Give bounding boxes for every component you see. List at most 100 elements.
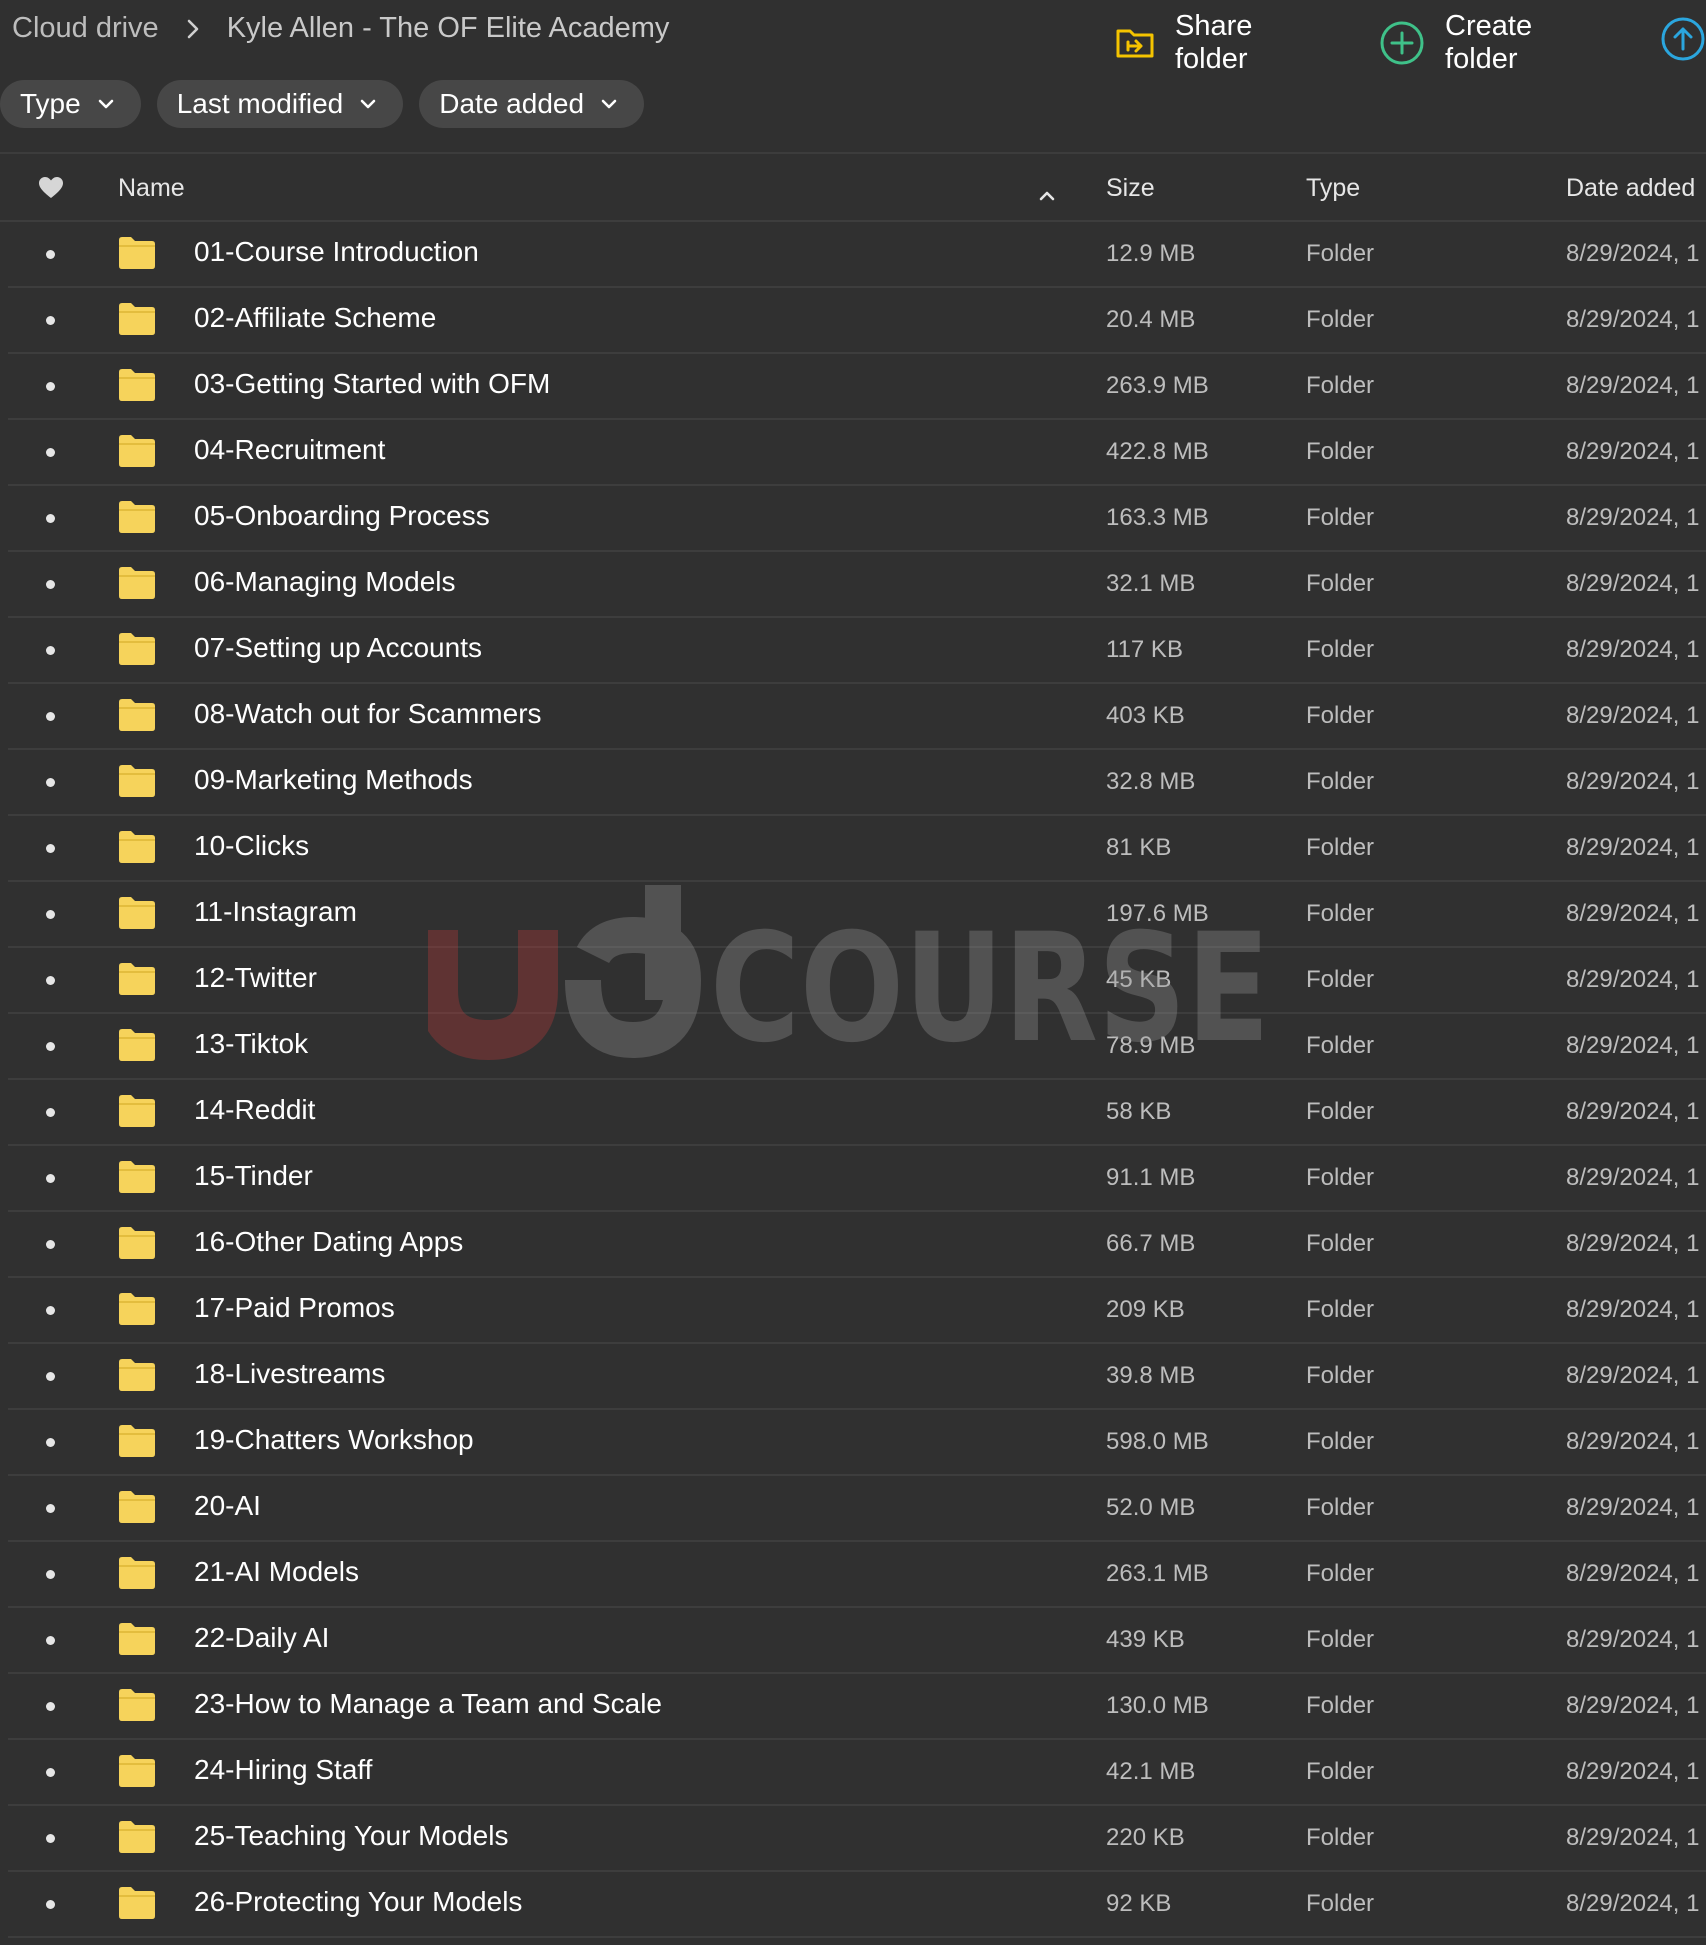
table-row[interactable]: 12-Twitter 45 KB Folder 8/29/2024, 1 [8, 948, 1706, 1014]
row-type: Folder [1306, 1296, 1375, 1323]
row-name: 03-Getting Started with OFM [194, 368, 551, 399]
table-row[interactable]: 02-Affiliate Scheme 20.4 MB Folder 8/29/… [8, 288, 1706, 354]
table-row[interactable]: 05-Onboarding Process 163.3 MB Folder 8/… [8, 486, 1706, 552]
row-status-dot [46, 1372, 55, 1381]
row-date-added: 8/29/2024, 1 [1566, 1428, 1700, 1455]
row-date-added: 8/29/2024, 1 [1566, 636, 1700, 663]
row-size: 92 KB [1106, 1890, 1172, 1917]
row-size: 91.1 MB [1106, 1164, 1196, 1191]
table-row[interactable]: 03-Getting Started with OFM 263.9 MB Fol… [8, 354, 1706, 420]
chevron-up-icon[interactable] [1038, 180, 1056, 209]
row-name: 21-AI Models [194, 1556, 359, 1587]
table-row[interactable]: 01-Course Introduction 12.9 MB Folder 8/… [8, 222, 1706, 288]
breadcrumb-root[interactable]: Cloud drive [12, 12, 159, 45]
row-size: 32.8 MB [1106, 768, 1196, 795]
row-size: 39.8 MB [1106, 1362, 1196, 1389]
table-row[interactable]: 19-Chatters Workshop 598.0 MB Folder 8/2… [8, 1410, 1706, 1476]
row-type: Folder [1306, 1362, 1375, 1389]
row-status-dot [46, 1636, 55, 1645]
row-status-dot [46, 1834, 55, 1843]
table-row[interactable]: 24-Hiring Staff 42.1 MB Folder 8/29/2024… [8, 1740, 1706, 1806]
folder-icon [118, 698, 156, 737]
table-row[interactable]: 21-AI Models 263.1 MB Folder 8/29/2024, … [8, 1542, 1706, 1608]
row-date-added: 8/29/2024, 1 [1566, 1890, 1700, 1917]
table-row[interactable]: 14-Reddit 58 KB Folder 8/29/2024, 1 [8, 1080, 1706, 1146]
row-type: Folder [1306, 1824, 1375, 1851]
row-status-dot [46, 976, 55, 985]
table-row[interactable]: 09-Marketing Methods 32.8 MB Folder 8/29… [8, 750, 1706, 816]
column-header-name[interactable]: Name [118, 174, 185, 203]
table-row[interactable]: 18-Livestreams 39.8 MB Folder 8/29/2024,… [8, 1344, 1706, 1410]
table-row[interactable]: 07-Setting up Accounts 117 KB Folder 8/2… [8, 618, 1706, 684]
row-date-added: 8/29/2024, 1 [1566, 1824, 1700, 1851]
folder-icon [118, 302, 156, 341]
row-status-dot [46, 448, 55, 457]
last-modified-filter[interactable]: Last modified [156, 80, 404, 128]
row-type: Folder [1306, 1692, 1375, 1719]
upload-button[interactable] [1660, 16, 1706, 70]
breadcrumb: Cloud drive Kyle Allen - The OF Elite Ac… [12, 12, 669, 45]
table-row[interactable]: 23-How to Manage a Team and Scale 130.0 … [8, 1674, 1706, 1740]
column-header-date-added[interactable]: Date added [1566, 174, 1695, 203]
table-row[interactable]: 25-Teaching Your Models 220 KB Folder 8/… [8, 1806, 1706, 1872]
table-row[interactable]: 06-Managing Models 32.1 MB Folder 8/29/2… [8, 552, 1706, 618]
row-name: 07-Setting up Accounts [194, 632, 482, 663]
table-row[interactable]: 04-Recruitment 422.8 MB Folder 8/29/2024… [8, 420, 1706, 486]
row-type: Folder [1306, 570, 1375, 597]
row-date-added: 8/29/2024, 1 [1566, 1494, 1700, 1521]
row-date-added: 8/29/2024, 1 [1566, 1362, 1700, 1389]
table-row[interactable]: 11-Instagram 197.6 MB Folder 8/29/2024, … [8, 882, 1706, 948]
row-status-dot [46, 1570, 55, 1579]
row-date-added: 8/29/2024, 1 [1566, 1098, 1700, 1125]
row-name: 02-Affiliate Scheme [194, 302, 437, 333]
row-size: 52.0 MB [1106, 1494, 1196, 1521]
filter-bar: Type Last modified Date added [0, 80, 645, 128]
row-status-dot [46, 382, 55, 391]
row-date-added: 8/29/2024, 1 [1566, 768, 1700, 795]
row-date-added: 8/29/2024, 1 [1566, 702, 1700, 729]
create-folder-label: Create folder [1445, 10, 1533, 75]
type-filter[interactable]: Type [0, 80, 141, 128]
row-status-dot [46, 844, 55, 853]
row-size: 197.6 MB [1106, 900, 1209, 927]
last-modified-filter-label: Last modified [176, 88, 344, 119]
breadcrumb-current[interactable]: Kyle Allen - The OF Elite Academy [227, 12, 670, 45]
chevron-right-icon [187, 19, 199, 39]
share-folder-button[interactable]: Share folder [1115, 10, 1323, 76]
folder-icon [118, 500, 156, 539]
column-header-size[interactable]: Size [1106, 174, 1155, 203]
row-type: Folder [1306, 1626, 1375, 1653]
row-size: 422.8 MB [1106, 438, 1209, 465]
row-status-dot [46, 1504, 55, 1513]
column-header-type[interactable]: Type [1306, 174, 1360, 203]
row-size: 209 KB [1106, 1296, 1185, 1323]
table-row[interactable]: 22-Daily AI 439 KB Folder 8/29/2024, 1 [8, 1608, 1706, 1674]
table-row[interactable]: 20-AI 52.0 MB Folder 8/29/2024, 1 [8, 1476, 1706, 1542]
row-date-added: 8/29/2024, 1 [1566, 900, 1700, 927]
row-date-added: 8/29/2024, 1 [1566, 438, 1700, 465]
table-row[interactable]: 08-Watch out for Scammers 403 KB Folder … [8, 684, 1706, 750]
row-type: Folder [1306, 1032, 1375, 1059]
heart-icon[interactable] [38, 176, 64, 207]
share-folder-icon [1115, 26, 1155, 60]
table-row[interactable]: 10-Clicks 81 KB Folder 8/29/2024, 1 [8, 816, 1706, 882]
folder-icon [118, 1490, 156, 1529]
row-name: 09-Marketing Methods [194, 764, 473, 795]
folder-icon [118, 764, 156, 803]
create-folder-button[interactable]: Create folder [1379, 10, 1602, 76]
table-row[interactable]: 27-Resources 97 KB Folder 8/29/2024, 1 [8, 1938, 1706, 1945]
table-row[interactable]: 26-Protecting Your Models 92 KB Folder 8… [8, 1872, 1706, 1938]
row-status-dot [46, 1174, 55, 1183]
row-type: Folder [1306, 702, 1375, 729]
row-type: Folder [1306, 1428, 1375, 1455]
folder-icon [118, 368, 156, 407]
row-size: 163.3 MB [1106, 504, 1209, 531]
table-row[interactable]: 15-Tinder 91.1 MB Folder 8/29/2024, 1 [8, 1146, 1706, 1212]
date-added-filter[interactable]: Date added [419, 80, 645, 128]
folder-icon [118, 1226, 156, 1265]
row-type: Folder [1306, 240, 1375, 267]
table-row[interactable]: 13-Tiktok 78.9 MB Folder 8/29/2024, 1 [8, 1014, 1706, 1080]
table-row[interactable]: 17-Paid Promos 209 KB Folder 8/29/2024, … [8, 1278, 1706, 1344]
table-row[interactable]: 16-Other Dating Apps 66.7 MB Folder 8/29… [8, 1212, 1706, 1278]
folder-icon [118, 434, 156, 473]
